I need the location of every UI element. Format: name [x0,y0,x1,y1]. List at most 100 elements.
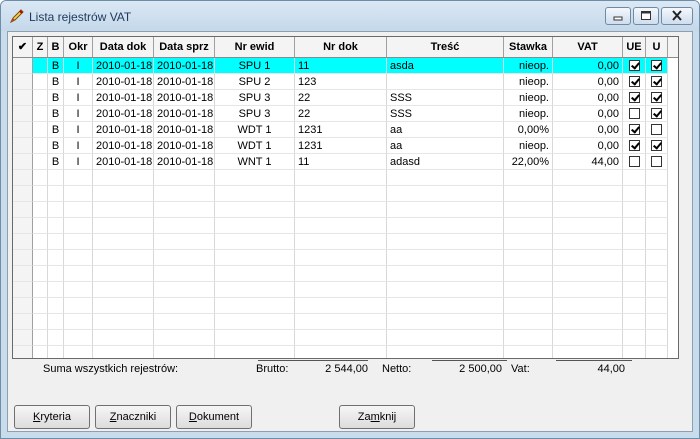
cell-okr [64,218,93,234]
cell-z [33,74,48,90]
column-header-stawka[interactable]: Stawka [504,37,553,57]
empty-table-row[interactable] [13,346,678,358]
column-header-data-sprz[interactable]: Data sprz [154,37,215,57]
cell-data-dok [93,330,154,346]
minimize-button[interactable] [605,7,631,25]
minimize-icon [613,16,623,21]
empty-table-row[interactable] [13,250,678,266]
column-header-nr-ewid[interactable]: Nr ewid [215,37,295,57]
cell-stawka: nieop. [504,106,553,122]
cell-z [33,330,48,346]
cell-nr-dok: 11 [295,58,387,74]
table-row[interactable]: B I 2010-01-18 2010-01-18 WNT 1 11 adasd 22,00%… [13,154,678,170]
ue-checkbox[interactable] [628,76,640,87]
empty-table-row[interactable] [13,330,678,346]
row-indicator [13,170,33,186]
kryteria-button[interactable]: Kryteria [14,405,90,429]
u-checkbox[interactable] [651,156,662,167]
cell-z [33,346,48,358]
column-header-tresc[interactable]: Treść [387,37,504,57]
table-row[interactable]: B I 2010-01-18 2010-01-18 WDT 1 1231 aa 0,00% 0,… [13,122,678,138]
dokument-button[interactable]: Dokument [176,405,252,429]
table-row[interactable]: B I 2010-01-18 2010-01-18 SPU 3 22 SSS nieop. 0,… [13,106,678,122]
cell-nr-dok [295,298,387,314]
column-header-ue[interactable]: UE [623,37,646,57]
cell-okr [64,282,93,298]
u-checkbox[interactable] [651,76,662,87]
cell-okr: I [64,90,93,106]
table-row[interactable]: B I 2010-01-18 2010-01-18 SPU 1 11 asda nieop. 0… [13,58,678,74]
empty-table-row[interactable] [13,314,678,330]
column-header-z[interactable]: Z [33,37,48,57]
empty-table-row[interactable] [13,282,678,298]
row-indicator [13,138,33,154]
u-checkbox[interactable] [651,124,662,135]
column-header-mark[interactable]: ✔ [13,37,33,57]
table-row[interactable]: B I 2010-01-18 2010-01-18 WDT 1 1231 aa nieop. 0… [13,138,678,154]
cell-data-sprz: 2010-01-18 [154,154,215,170]
empty-table-row[interactable] [13,218,678,234]
column-header-nr-dok[interactable]: Nr dok [295,37,387,57]
cell-tresc [387,186,504,202]
u-checkbox[interactable] [651,60,662,71]
ue-checkbox[interactable] [628,60,640,71]
cell-z [33,154,48,170]
cell-vat [553,266,623,282]
ue-checkbox[interactable] [628,92,640,103]
zamknij-button[interactable]: Zamknij [339,405,415,429]
close-button[interactable] [661,7,693,25]
ue-checkbox[interactable] [628,108,640,119]
cell-nr-dok [295,266,387,282]
znaczniki-button[interactable]: Znaczniki [95,405,171,429]
row-indicator [13,122,33,138]
vat-register-grid[interactable]: ✔ Z B Okr Data dok Data sprz Nr ewid Nr dok Treś… [12,36,679,359]
column-header-u[interactable]: U [646,37,668,57]
summary-divider [258,360,368,361]
cell-okr [64,330,93,346]
cell-nr-ewid [215,186,295,202]
cell-b [48,170,64,186]
cell-b [48,234,64,250]
cell-stawka: 22,00% [504,154,553,170]
table-row[interactable]: B I 2010-01-18 2010-01-18 SPU 3 22 SSS nieop. 0,… [13,90,678,106]
cell-data-sprz: 2010-01-18 [154,138,215,154]
empty-table-row[interactable] [13,202,678,218]
cell-data-sprz: 2010-01-18 [154,106,215,122]
cell-okr [64,314,93,330]
column-header-okr[interactable]: Okr [64,37,93,57]
row-indicator [13,250,33,266]
cell-ue [623,282,646,298]
cell-tresc [387,250,504,266]
cell-tresc [387,330,504,346]
ue-checkbox[interactable] [628,140,640,151]
u-checkbox[interactable] [651,108,662,119]
column-header-b[interactable]: B [48,37,64,57]
row-indicator [13,186,33,202]
cell-nr-ewid [215,170,295,186]
u-checkbox[interactable] [651,140,662,151]
ue-checkbox[interactable] [628,156,640,167]
cell-u [646,346,668,358]
empty-table-row[interactable] [13,186,678,202]
button-label: naczniki [116,411,157,423]
cell-b [48,250,64,266]
empty-table-row[interactable] [13,170,678,186]
column-header-data-dok[interactable]: Data dok [93,37,154,57]
maximize-button[interactable] [633,7,659,25]
empty-table-row[interactable] [13,266,678,282]
cell-vat [553,202,623,218]
row-indicator [13,58,33,74]
empty-table-row[interactable] [13,298,678,314]
title-bar[interactable]: Lista rejestrów VAT [1,1,699,31]
row-indicator [13,234,33,250]
cell-u [646,106,668,122]
column-header-vat[interactable]: VAT [553,37,623,57]
empty-table-row[interactable] [13,234,678,250]
cell-vat: 44,00 [553,154,623,170]
cell-okr [64,170,93,186]
ue-checkbox[interactable] [628,124,640,135]
u-checkbox[interactable] [651,92,662,103]
table-row[interactable]: B I 2010-01-18 2010-01-18 SPU 2 123 nieop. 0,00 [13,74,678,90]
accelerator-key: D [188,411,197,423]
cell-data-dok [93,170,154,186]
